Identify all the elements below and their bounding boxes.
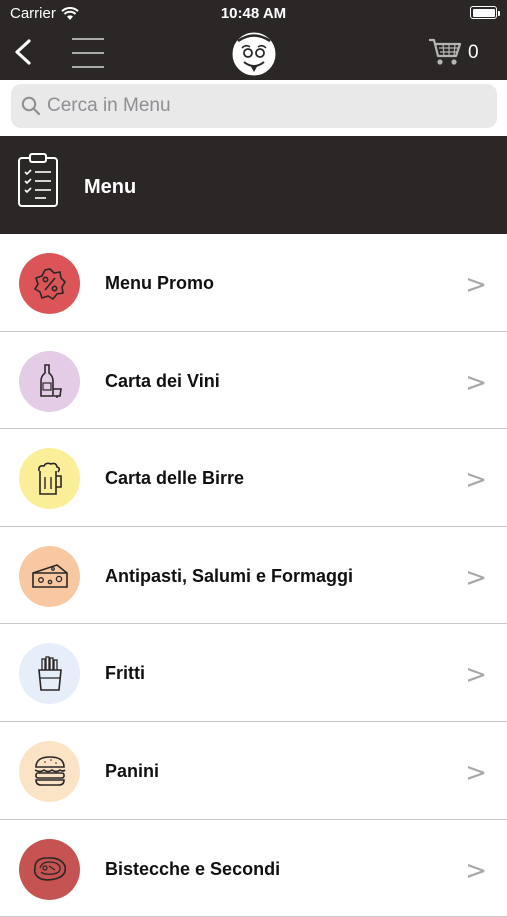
wine-bottle-icon: [39, 364, 62, 399]
category-label: Panini: [105, 760, 160, 781]
category-label: Bistecche e Secondi: [105, 858, 281, 879]
chevron-right-icon: >: [465, 757, 487, 788]
category-icon-circle: [19, 253, 80, 314]
chevron-right-icon: >: [465, 562, 487, 593]
category-icon-circle: [19, 350, 80, 412]
category-label: Fritti: [105, 663, 145, 684]
category-row-fritti[interactable]: Fritti >: [0, 624, 507, 722]
clock: 10:48 AM: [220, 5, 287, 22]
category-row-menu-promo[interactable]: Menu Promo >: [0, 234, 507, 332]
category-icon-circle: [19, 545, 80, 607]
search-input[interactable]: [47, 84, 487, 128]
shopping-cart-icon[interactable]: [427, 36, 463, 68]
section-header: Menu: [0, 136, 507, 234]
category-icon-circle: [19, 448, 80, 510]
nav-bar: 0: [0, 28, 507, 80]
percent-badge-icon: [33, 267, 66, 300]
chevron-right-icon: >: [465, 270, 487, 300]
search-bar-container: [0, 80, 507, 136]
chevron-right-icon: >: [465, 855, 487, 886]
category-icon-circle: [19, 838, 80, 900]
category-icon-circle: [19, 740, 80, 802]
category-list: Menu Promo > Carta dei Vini > Carta dell…: [0, 234, 507, 917]
category-row-carta-delle-birre[interactable]: Carta delle Birre >: [0, 429, 507, 527]
category-row-panini[interactable]: Panini >: [0, 721, 507, 820]
battery-icon: [470, 6, 500, 19]
category-row-bistecche[interactable]: Bistecche e Secondi >: [0, 819, 507, 917]
top-bar: Carrier 10:48 AM 0: [0, 0, 507, 80]
steak-icon: [33, 857, 66, 881]
search-icon: [21, 96, 41, 116]
restaurant-logo: [231, 31, 277, 77]
category-label: Menu Promo: [105, 273, 215, 293]
cheese-icon: [31, 564, 68, 589]
category-label: Antipasti, Salumi e Formaggi: [105, 565, 354, 586]
clipboard-checklist-icon: [18, 153, 58, 207]
back-chevron-icon[interactable]: [10, 38, 38, 66]
category-row-carta-dei-vini[interactable]: Carta dei Vini >: [0, 331, 507, 430]
chevron-right-icon: >: [465, 465, 487, 496]
status-bar: Carrier 10:48 AM: [0, 0, 507, 28]
category-row-antipasti[interactable]: Antipasti, Salumi e Formaggi >: [0, 526, 507, 625]
chevron-right-icon: >: [465, 660, 487, 691]
category-icon-circle: [19, 643, 80, 705]
burger-icon: [34, 756, 66, 787]
cart-count[interactable]: 0: [468, 42, 479, 64]
category-label: Carta delle Birre: [105, 468, 245, 489]
chevron-right-icon: >: [465, 367, 487, 398]
beer-mug-icon: [37, 462, 62, 495]
page-title: Menu: [84, 176, 137, 198]
fries-icon: [37, 656, 62, 691]
hamburger-menu-icon[interactable]: [72, 36, 104, 70]
search-bar[interactable]: [11, 84, 497, 128]
category-label: Carta dei Vini: [105, 370, 220, 391]
